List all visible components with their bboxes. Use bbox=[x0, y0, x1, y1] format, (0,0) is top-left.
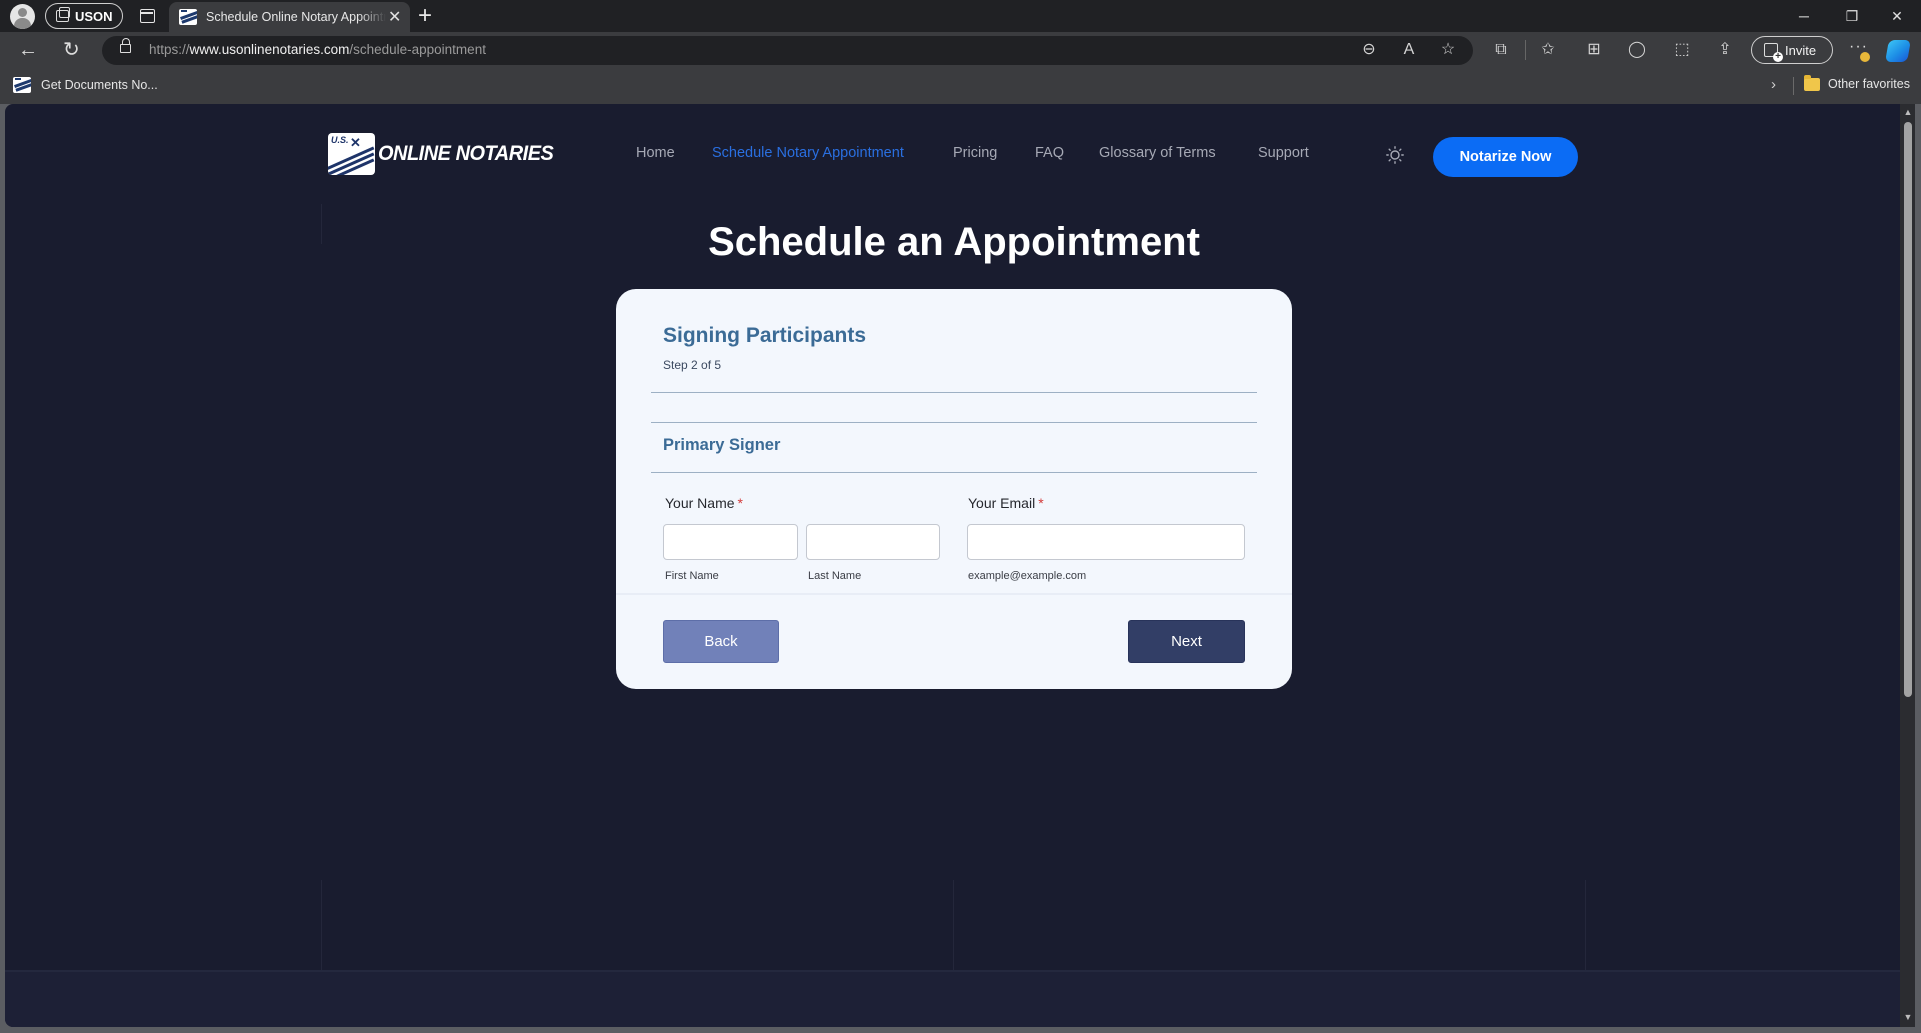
sun-icon[interactable] bbox=[1386, 146, 1404, 164]
update-badge-icon bbox=[1860, 52, 1870, 62]
nav-pricing[interactable]: Pricing bbox=[953, 145, 997, 161]
browser-tab-bar: USON Schedule Online Notary Appointment … bbox=[0, 0, 1921, 32]
restore-button[interactable]: ❐ bbox=[1837, 4, 1867, 28]
divider bbox=[651, 422, 1257, 423]
invite-button[interactable]: Invite bbox=[1751, 36, 1833, 64]
back-arrow-icon[interactable]: ← bbox=[18, 32, 38, 69]
chat-icon[interactable]: ◯ bbox=[1625, 38, 1649, 62]
workspaces-icon bbox=[56, 7, 70, 22]
nav-faq[interactable]: FAQ bbox=[1035, 145, 1064, 161]
required-marker: * bbox=[737, 495, 743, 511]
divider bbox=[651, 392, 1257, 393]
new-tab-button[interactable]: + bbox=[418, 2, 432, 30]
invite-label: Invite bbox=[1785, 42, 1817, 58]
screenshot-icon[interactable]: ⬚ bbox=[1670, 38, 1694, 62]
site-logo-icon[interactable]: U.S. ✕ bbox=[328, 133, 375, 175]
required-marker: * bbox=[1038, 495, 1044, 511]
page-footer-band bbox=[5, 970, 1900, 1027]
share-icon[interactable]: ⇪ bbox=[1713, 38, 1737, 62]
step-indicator: Step 2 of 5 bbox=[663, 358, 722, 372]
vertical-tabs-icon[interactable] bbox=[140, 9, 155, 23]
bookmark-label: Get Documents No... bbox=[41, 78, 158, 92]
reload-icon[interactable]: ↻ bbox=[63, 32, 80, 69]
eagle-icon: ✕ bbox=[350, 135, 361, 150]
favorite-star-icon[interactable]: ☆ bbox=[1436, 38, 1460, 62]
section-title-primary-signer: Primary Signer bbox=[663, 436, 781, 454]
bookmarks-bar bbox=[0, 69, 1921, 104]
scroll-up-arrow-icon[interactable]: ▲ bbox=[1903, 107, 1913, 117]
email-sublabel: example@example.com bbox=[968, 570, 1087, 582]
chevron-right-icon[interactable]: › bbox=[1771, 76, 1776, 93]
divider bbox=[651, 472, 1257, 473]
bookmark-item[interactable]: Get Documents No... bbox=[13, 77, 158, 93]
first-name-input[interactable] bbox=[663, 524, 798, 560]
notarize-now-button[interactable]: Notarize Now bbox=[1433, 137, 1578, 177]
email-input[interactable] bbox=[967, 524, 1245, 560]
next-button[interactable]: Next bbox=[1128, 620, 1245, 663]
favorites-icon[interactable]: ✩ bbox=[1536, 38, 1560, 62]
nav-support[interactable]: Support bbox=[1258, 145, 1309, 161]
card-footer-separator bbox=[616, 593, 1292, 595]
close-window-button[interactable]: ✕ bbox=[1882, 4, 1912, 28]
bookmarks-divider bbox=[1793, 77, 1794, 95]
decorative-line bbox=[953, 880, 954, 970]
last-name-input[interactable] bbox=[806, 524, 940, 560]
page-title: Schedule an Appointment bbox=[708, 220, 1200, 264]
zoom-out-icon[interactable]: ⊖ bbox=[1357, 38, 1381, 62]
minimize-button[interactable]: ─ bbox=[1789, 4, 1819, 28]
tab-title: Schedule Online Notary Appointment bbox=[206, 10, 386, 24]
toolbar-divider bbox=[1525, 40, 1526, 60]
site-logo-text[interactable]: ONLINE NOTARIES bbox=[378, 142, 554, 166]
nav-home[interactable]: Home bbox=[636, 145, 675, 161]
scrollbar-thumb[interactable] bbox=[1904, 122, 1912, 697]
other-favorites-label: Other favorites bbox=[1828, 77, 1910, 91]
nav-schedule-notary-appointment[interactable]: Schedule Notary Appointment bbox=[712, 145, 904, 161]
extensions-icon[interactable]: ⧉ bbox=[1489, 38, 1513, 62]
site-favicon-icon bbox=[13, 77, 31, 93]
workspace-label: USON bbox=[75, 8, 113, 24]
workspace-button[interactable]: USON bbox=[45, 3, 123, 29]
last-name-sublabel: Last Name bbox=[808, 570, 862, 582]
other-favorites-button[interactable]: Other favorites bbox=[1804, 74, 1910, 91]
first-name-sublabel: First Name bbox=[665, 570, 719, 582]
collections-icon[interactable]: ⊞ bbox=[1582, 38, 1606, 62]
browser-tab-active[interactable]: Schedule Online Notary Appointment ✕ bbox=[169, 2, 410, 32]
read-aloud-icon[interactable]: A bbox=[1397, 38, 1421, 62]
nav-glossary-of-terms[interactable]: Glossary of Terms bbox=[1099, 145, 1216, 161]
invite-icon bbox=[1764, 43, 1783, 62]
lock-icon[interactable] bbox=[120, 38, 131, 53]
profile-avatar-icon[interactable] bbox=[10, 4, 35, 29]
url-text[interactable]: https://www.usonlinenotaries.com/schedul… bbox=[149, 40, 486, 60]
decorative-line bbox=[1585, 880, 1586, 970]
decorative-line bbox=[321, 880, 322, 970]
your-email-label: Your Email * bbox=[968, 495, 1044, 511]
tab-close-icon[interactable]: ✕ bbox=[388, 7, 401, 27]
step-title: Signing Participants bbox=[663, 324, 867, 347]
your-name-label: Your Name * bbox=[665, 495, 743, 511]
site-favicon-icon bbox=[179, 9, 197, 25]
scroll-down-arrow-icon[interactable]: ▼ bbox=[1903, 1012, 1913, 1022]
folder-icon bbox=[1804, 74, 1820, 91]
back-button[interactable]: Back bbox=[663, 620, 779, 663]
